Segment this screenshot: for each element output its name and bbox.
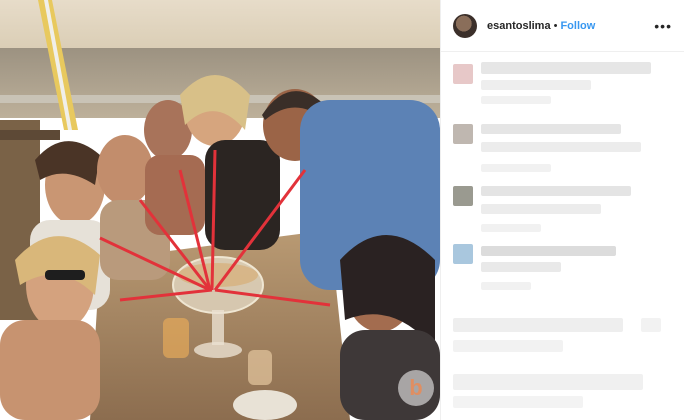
watermark-logo: b [398,370,434,406]
blurred-avatar [453,124,473,144]
post-sidebar: esantoslima • Follow ••• [440,0,684,420]
blurred-comment [481,62,651,74]
blurred-comment [481,282,531,290]
blurred-comment [481,262,561,272]
blurred-comment [481,246,616,256]
post-header: esantoslima • Follow ••• [441,0,684,52]
watermark-letter: b [409,375,423,400]
blurred-comment [453,340,563,352]
separator-dot: • [553,19,558,32]
username-link[interactable]: esantoslima [487,20,551,32]
blurred-avatar [453,244,473,264]
blurred-comment [481,164,551,172]
avatar[interactable] [453,13,477,38]
blurred-comment [481,80,591,90]
more-options-icon[interactable]: ••• [654,18,672,34]
blurred-comment [481,186,631,196]
blurred-comment [453,396,583,408]
blurred-comment [481,204,601,214]
blurred-avatar [453,64,473,84]
post-photo[interactable]: b [0,0,440,420]
blurred-comment [481,96,551,104]
blurred-comment [481,142,641,152]
blurred-comment [641,318,661,332]
blurred-comment [481,224,541,232]
blurred-comment [453,318,623,332]
blurred-comment [481,124,621,134]
follow-button[interactable]: Follow [560,20,595,32]
instagram-post: b esantoslima • Follow ••• [0,0,684,420]
blurred-avatar [453,186,473,206]
blurred-comment [453,374,643,390]
group-photo-image [0,0,440,420]
